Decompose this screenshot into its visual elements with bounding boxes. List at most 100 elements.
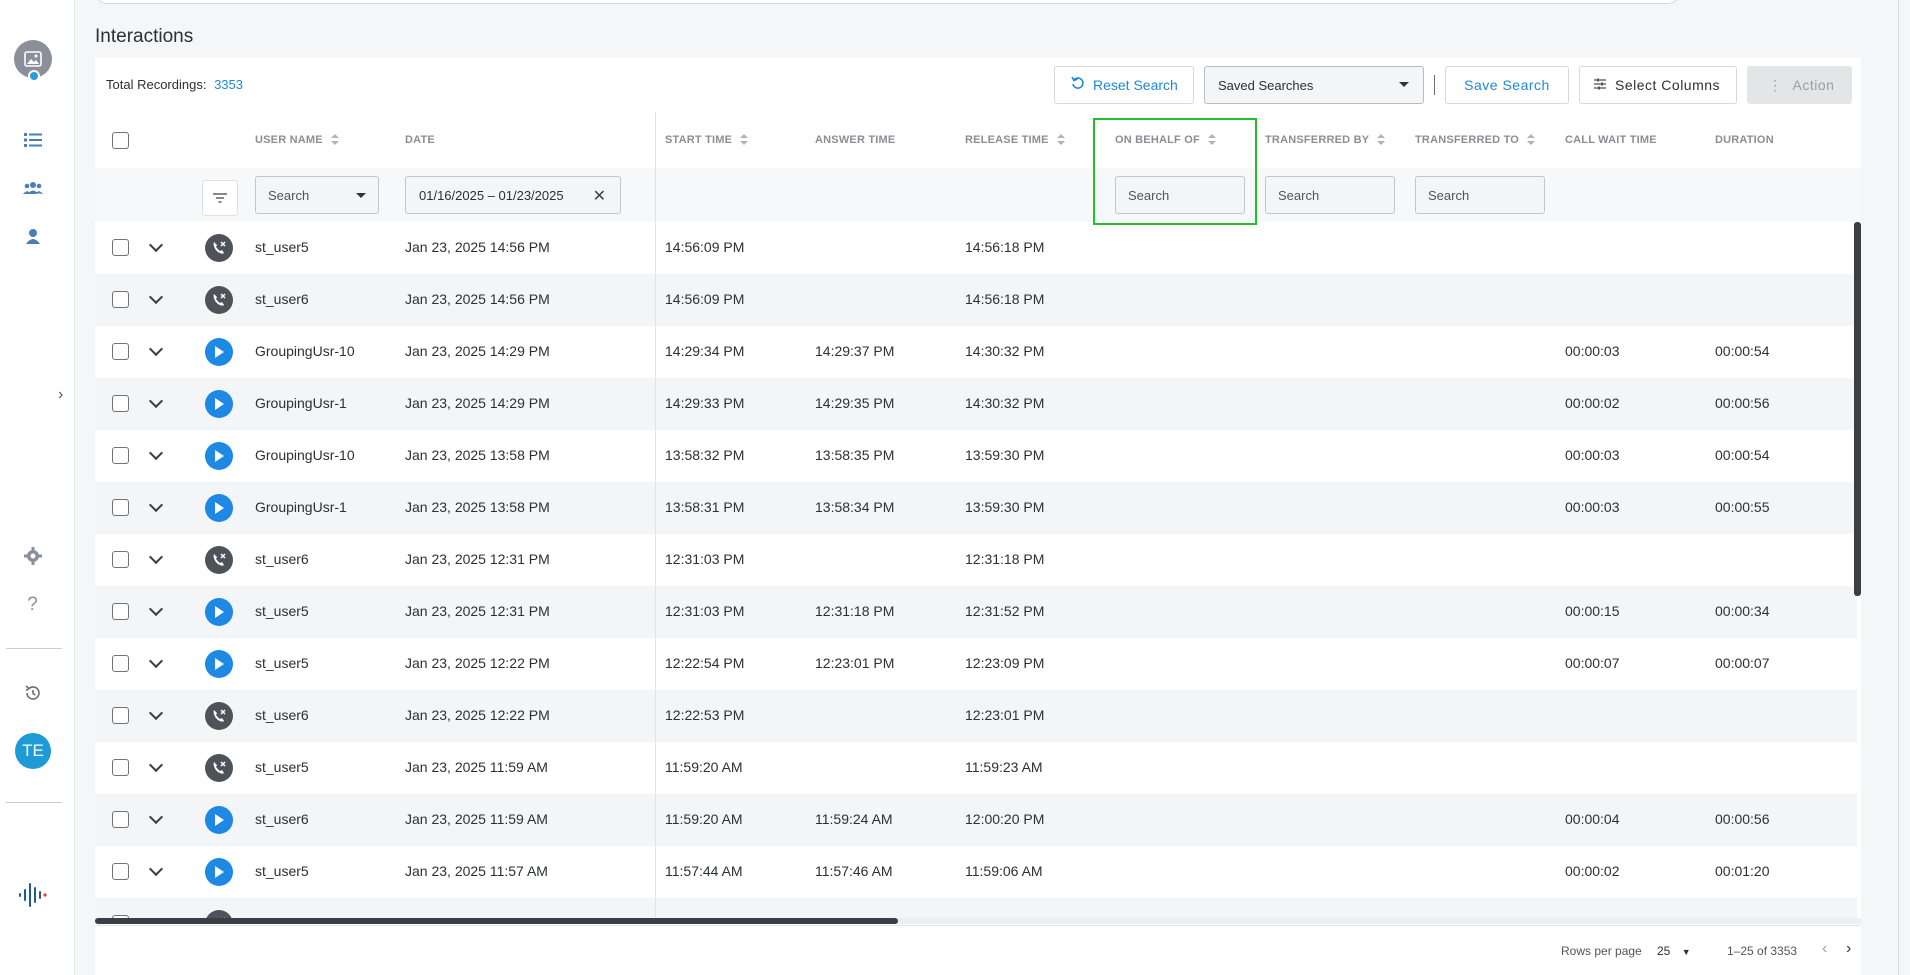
save-search-button[interactable]: Save Search	[1445, 66, 1569, 104]
table-row[interactable]: GroupingUsr-10 Jan 23, 2025 13:58 PM 13:58…	[95, 430, 1857, 482]
row-checkbox[interactable]	[112, 499, 129, 516]
sort-icon[interactable]	[1377, 134, 1386, 146]
table-row[interactable]: st_user5 Jan 23, 2025 11:57 AM 11:57:44 AM…	[95, 846, 1857, 898]
table-row[interactable]: st_user5 Jan 23, 2025 11:59 AM 11:59:20 AM…	[95, 742, 1857, 794]
cell-call-wait-time: 00:00:03	[1565, 447, 1620, 463]
expand-row-chevron-icon[interactable]	[148, 549, 164, 565]
sort-icon[interactable]	[1056, 134, 1065, 146]
expand-row-chevron-icon[interactable]	[148, 289, 164, 305]
row-checkbox[interactable]	[112, 551, 129, 568]
groups-icon[interactable]	[0, 178, 65, 198]
reset-search-button[interactable]: Reset Search	[1054, 66, 1194, 104]
history-icon[interactable]	[0, 682, 65, 704]
row-checkbox[interactable]	[112, 759, 129, 776]
previous-page-icon[interactable]: ‹	[1822, 940, 1827, 958]
row-checkbox[interactable]	[112, 863, 129, 880]
table-row[interactable]: st_user6 Jan 23, 2025 12:31 PM 12:31:03 PM…	[95, 534, 1857, 586]
cell-start-time: 13:58:32 PM	[665, 447, 745, 463]
column-header-start-time[interactable]: START TIME	[665, 134, 749, 146]
expand-row-chevron-icon[interactable]	[148, 809, 164, 825]
row-checkbox[interactable]	[112, 707, 129, 724]
expand-row-chevron-icon[interactable]	[148, 601, 164, 617]
play-icon[interactable]	[205, 442, 233, 470]
cell-duration: 00:00:56	[1715, 811, 1770, 827]
expand-row-chevron-icon[interactable]	[148, 653, 164, 669]
column-header-call-wait-time[interactable]: CALL WAIT TIME	[1565, 134, 1657, 146]
transferred-to-filter-input[interactable]: Search	[1415, 176, 1545, 214]
sidebar-divider-bottom	[6, 802, 62, 803]
transferred-by-filter-input[interactable]: Search	[1265, 176, 1395, 214]
column-label: RELEASE TIME	[965, 134, 1049, 146]
column-header-answer-time[interactable]: ANSWER TIME	[815, 134, 895, 146]
expand-row-chevron-icon[interactable]	[148, 445, 164, 461]
column-header-release-time[interactable]: RELEASE TIME	[965, 134, 1065, 146]
play-icon[interactable]	[205, 806, 233, 834]
help-question-icon[interactable]: ?	[0, 594, 65, 616]
row-checkbox[interactable]	[112, 239, 129, 256]
column-header-date[interactable]: DATE	[405, 134, 435, 146]
play-icon[interactable]	[205, 390, 233, 418]
cell-user-name: st_user6	[255, 707, 309, 723]
chevron-down-icon	[356, 193, 366, 198]
expand-row-chevron-icon[interactable]	[148, 861, 164, 877]
row-checkbox[interactable]	[112, 343, 129, 360]
saved-searches-dropdown[interactable]: Saved Searches	[1204, 66, 1424, 104]
table-row[interactable]: st_user6 Jan 23, 2025 11:59 AM 11:59:20 AM…	[95, 794, 1857, 846]
user-icon[interactable]	[0, 226, 65, 246]
row-checkbox[interactable]	[112, 291, 129, 308]
cell-release-time: 14:30:32 PM	[965, 395, 1045, 411]
expand-row-chevron-icon[interactable]	[148, 705, 164, 721]
column-header-transferred-by[interactable]: TRANSFERRED BY	[1265, 134, 1386, 146]
expand-row-chevron-icon[interactable]	[148, 341, 164, 357]
play-icon[interactable]	[205, 650, 233, 678]
horizontal-scrollbar-thumb[interactable]	[95, 918, 898, 924]
sort-icon[interactable]	[740, 134, 749, 146]
expand-row-chevron-icon[interactable]	[148, 393, 164, 409]
table-row[interactable]: GroupingUsr-10 Jan 23, 2025 14:29 PM 14:29…	[95, 326, 1857, 378]
table-row[interactable]: st_user5 Jan 23, 2025 12:31 PM 12:31:03 PM…	[95, 586, 1857, 638]
table-row[interactable]: st_user6 Jan 23, 2025 12:22 PM 12:22:53 PM…	[95, 690, 1857, 742]
cell-answer-time: 11:59:24 AM	[815, 811, 893, 827]
play-icon[interactable]	[205, 598, 233, 626]
user-initials-avatar[interactable]: TE	[15, 733, 51, 769]
sort-icon[interactable]	[330, 134, 339, 146]
settings-gear-icon[interactable]	[0, 545, 65, 567]
user-filter-placeholder: Search	[268, 187, 310, 203]
cell-user-name: st_user6	[255, 811, 309, 827]
play-icon[interactable]	[205, 494, 233, 522]
select-columns-button[interactable]: Select Columns	[1579, 66, 1737, 104]
saved-searches-label: Saved Searches	[1218, 77, 1314, 93]
user-name-filter-select[interactable]: Search	[255, 176, 379, 214]
table-row[interactable]: GroupingUsr-1 Jan 23, 2025 13:58 PM 13:58:…	[95, 482, 1857, 534]
next-page-icon[interactable]: ›	[1846, 940, 1851, 958]
expand-row-chevron-icon[interactable]	[148, 757, 164, 773]
table-row[interactable]: st_user6 Jan 23, 2025 14:56 PM 14:56:09 PM…	[95, 274, 1857, 326]
column-label: DURATION	[1715, 134, 1774, 146]
play-icon[interactable]	[205, 338, 233, 366]
date-range-filter[interactable]: 01/16/2025 – 01/23/2025 ✕	[405, 176, 621, 214]
action-button[interactable]: ⋮ Action	[1747, 66, 1852, 104]
interactions-list-icon[interactable]	[0, 130, 65, 150]
row-checkbox[interactable]	[112, 447, 129, 464]
table-row[interactable]: st_user5 Jan 23, 2025 12:22 PM 12:22:54 PM…	[95, 638, 1857, 690]
row-checkbox[interactable]	[112, 655, 129, 672]
row-checkbox[interactable]	[112, 603, 129, 620]
rows-per-page-select[interactable]: 25 ▼	[1657, 944, 1691, 958]
expand-row-chevron-icon[interactable]	[148, 237, 164, 253]
table-row[interactable]: st_user5 Jan 23, 2025 14:56 PM 14:56:09 PM…	[95, 222, 1857, 274]
vertical-scrollbar-thumb[interactable]	[1854, 222, 1861, 596]
row-checkbox[interactable]	[112, 395, 129, 412]
select-all-checkbox[interactable]	[112, 132, 129, 149]
sort-icon[interactable]	[1527, 134, 1536, 146]
expand-sidebar-chevron-icon[interactable]: ›	[58, 386, 72, 406]
filter-toggle-button[interactable]	[202, 180, 238, 216]
play-icon[interactable]	[205, 858, 233, 886]
column-header-user-name[interactable]: USER NAME	[255, 134, 339, 146]
cell-start-time: 14:29:34 PM	[665, 343, 745, 359]
table-row[interactable]: GroupingUsr-1 Jan 23, 2025 14:29 PM 14:29:…	[95, 378, 1857, 430]
row-checkbox[interactable]	[112, 811, 129, 828]
expand-row-chevron-icon[interactable]	[148, 497, 164, 513]
column-header-duration[interactable]: DURATION	[1715, 134, 1774, 146]
clear-date-icon[interactable]: ✕	[593, 186, 606, 206]
column-header-transferred-to[interactable]: TRANSFERRED TO	[1415, 134, 1536, 146]
